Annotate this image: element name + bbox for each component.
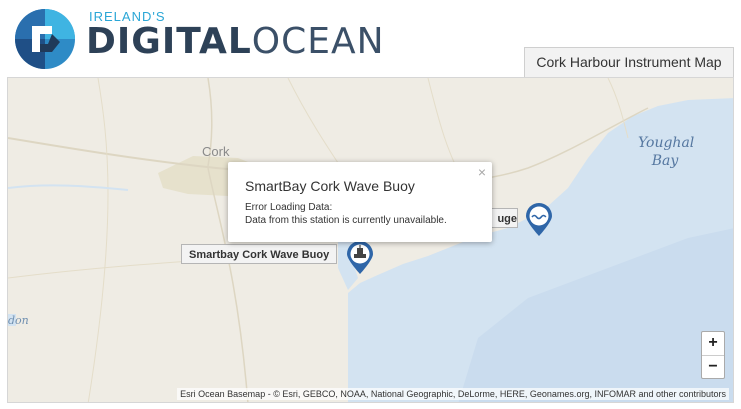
buoy-station-label[interactable]: Smartbay Cork Wave Buoy [181, 244, 338, 264]
zoom-control: + − [701, 331, 725, 379]
map-view[interactable]: Cork Youghal Bay don Smartbay Cork Wave … [7, 77, 734, 403]
map-attribution: Esri Ocean Basemap - © Esri, GEBCO, NOAA… [177, 388, 729, 400]
place-label-partial: don [8, 314, 29, 327]
logo-title-bold: DIGITAL [86, 21, 252, 62]
popup-title: SmartBay Cork Wave Buoy [245, 178, 415, 194]
logo-title: DIGITALOCEAN [86, 21, 385, 62]
station-popup: × SmartBay Cork Wave Buoy Error Loading … [228, 162, 492, 242]
close-icon[interactable]: × [478, 164, 486, 180]
popup-error-message: Data from this station is currently unav… [245, 215, 447, 226]
digital-ocean-logo-icon [15, 9, 75, 69]
logo-title-light: OCEAN [251, 21, 385, 62]
popup-error-heading: Error Loading Data: [245, 202, 333, 213]
place-label-youghal-bay-text: Youghal Bay [638, 135, 695, 169]
zoom-in-button[interactable]: + [702, 332, 724, 356]
map-title-tab[interactable]: Cork Harbour Instrument Map [524, 47, 734, 77]
place-label-youghal-bay: Youghal Bay [638, 134, 695, 170]
place-label-cork: Cork [202, 144, 230, 159]
header: IRELAND'S DIGITALOCEAN Cork Harbour Inst… [0, 0, 741, 78]
zoom-out-button[interactable]: − [702, 356, 724, 379]
